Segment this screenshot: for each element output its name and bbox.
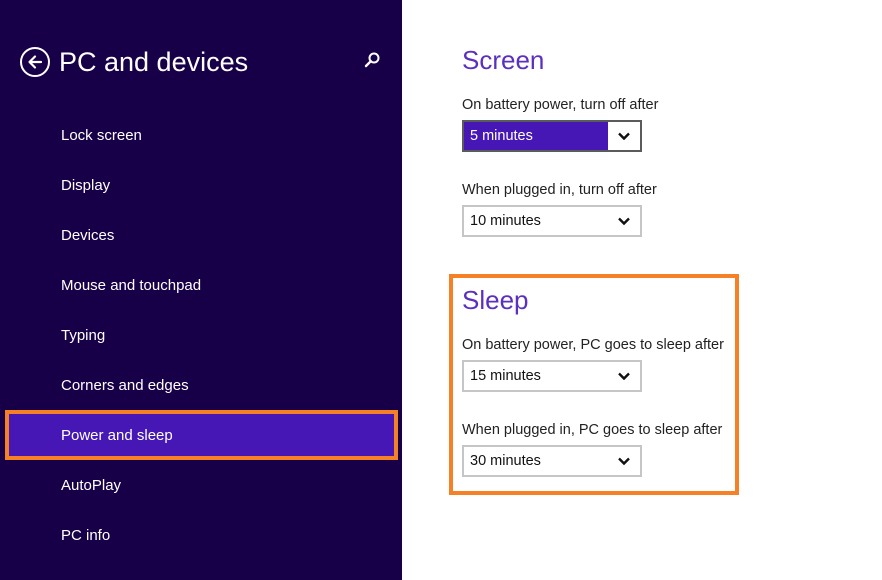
sidebar: PC and devices Lock screen Display Devic… bbox=[0, 0, 402, 580]
screen-plugged-label: When plugged in, turn off after bbox=[462, 182, 657, 198]
sidebar-item-label: Display bbox=[61, 176, 111, 194]
back-button[interactable] bbox=[20, 47, 50, 77]
sidebar-item-devices[interactable]: Devices bbox=[5, 210, 398, 260]
sidebar-item-lock-screen[interactable]: Lock screen bbox=[5, 110, 398, 160]
back-arrow-icon bbox=[28, 55, 43, 69]
screen-battery-label: On battery power, turn off after bbox=[462, 97, 659, 113]
sleep-plugged-dropdown[interactable]: 30 minutes bbox=[462, 445, 642, 477]
chevron-down-icon bbox=[608, 122, 640, 150]
dropdown-value: 5 minutes bbox=[464, 122, 608, 150]
sidebar-item-label: Corners and edges bbox=[61, 376, 189, 394]
chevron-down-icon bbox=[608, 447, 640, 475]
sidebar-item-label: Devices bbox=[61, 226, 115, 244]
sidebar-item-label: Lock screen bbox=[61, 126, 142, 144]
dropdown-value: 30 minutes bbox=[470, 453, 541, 469]
sidebar-item-label: AutoPlay bbox=[61, 476, 122, 494]
screen-section-title: Screen bbox=[462, 45, 545, 75]
sidebar-header: PC and devices bbox=[20, 44, 248, 80]
chevron-down-icon bbox=[608, 207, 640, 235]
sidebar-item-label: Mouse and touchpad bbox=[61, 276, 202, 294]
page-title: PC and devices bbox=[59, 46, 249, 77]
dropdown-value: 15 minutes bbox=[470, 368, 541, 384]
sidebar-item-display[interactable]: Display bbox=[5, 160, 398, 210]
sidebar-item-typing[interactable]: Typing bbox=[5, 310, 398, 360]
search-button[interactable] bbox=[362, 50, 382, 70]
sleep-section-title: Sleep bbox=[462, 285, 529, 315]
screen-battery-dropdown[interactable]: 5 minutes bbox=[462, 120, 642, 152]
sidebar-item-autoplay[interactable]: AutoPlay bbox=[5, 460, 398, 510]
sleep-battery-label: On battery power, PC goes to sleep after bbox=[462, 337, 724, 353]
sidebar-item-mouse-and-touchpad[interactable]: Mouse and touchpad bbox=[5, 260, 398, 310]
sleep-plugged-label: When plugged in, PC goes to sleep after bbox=[462, 422, 723, 438]
dropdown-value: 10 minutes bbox=[470, 213, 541, 229]
sidebar-item-label: Power and sleep bbox=[61, 426, 173, 444]
sleep-battery-dropdown[interactable]: 15 minutes bbox=[462, 360, 642, 392]
sidebar-item-pc-info[interactable]: PC info bbox=[5, 510, 398, 560]
screen-plugged-dropdown[interactable]: 10 minutes bbox=[462, 205, 642, 237]
sidebar-item-power-and-sleep[interactable]: Power and sleep bbox=[5, 410, 398, 460]
sidebar-item-corners-and-edges[interactable]: Corners and edges bbox=[5, 360, 398, 410]
chevron-down-icon bbox=[608, 362, 640, 390]
search-icon bbox=[364, 52, 380, 68]
sidebar-item-label: Typing bbox=[61, 326, 106, 344]
sidebar-item-label: PC info bbox=[61, 526, 111, 544]
